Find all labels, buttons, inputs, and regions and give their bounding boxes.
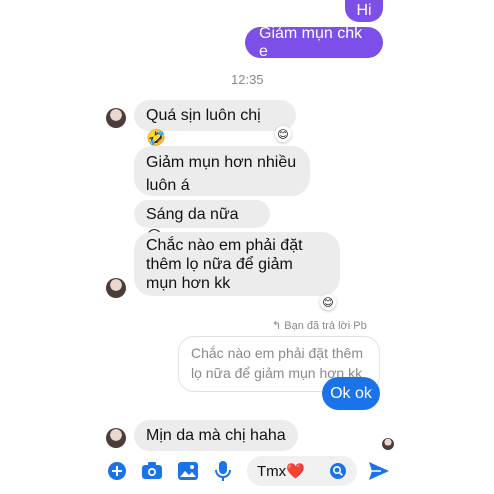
reaction-emoji[interactable]: 😊: [275, 126, 291, 142]
reaction-emoji[interactable]: 😊: [320, 294, 336, 310]
message-out-giam-mun[interactable]: Giảm mụn chk e: [245, 24, 383, 60]
message-in-4[interactable]: Chắc nào em phải đặt thêm lọ nữa để giảm…: [134, 232, 340, 296]
message-input-value: Tmx❤️: [257, 463, 305, 480]
message-in-2[interactable]: Giảm mụn hơn nhiều luôn á: [134, 146, 310, 196]
message-text: Ok ok: [330, 384, 372, 402]
emoji-icon[interactable]: [329, 462, 347, 480]
message-out-ok[interactable]: Ok ok: [322, 377, 380, 410]
message-text: Mịn da mà chị haha: [146, 427, 286, 444]
send-icon[interactable]: [366, 458, 392, 484]
avatar[interactable]: [106, 278, 126, 298]
message-text: Hi: [356, 2, 372, 19]
message-in-5[interactable]: Mịn da mà chị haha: [134, 420, 298, 451]
message-in-1[interactable]: Quá sịn luôn chị 🤣: [134, 100, 296, 147]
message-text: Giảm mụn hơn nhiều luôn á: [146, 154, 297, 194]
seen-avatar: [382, 438, 394, 450]
message-text: Chắc nào em phải đặt thêm lọ nữa để giảm…: [146, 237, 303, 292]
avatar[interactable]: [106, 428, 126, 448]
plus-icon[interactable]: [104, 458, 130, 484]
message-out-hi[interactable]: Hi: [345, 0, 383, 22]
avatar[interactable]: [106, 108, 126, 128]
microphone-icon[interactable]: [210, 458, 236, 484]
message-input[interactable]: Tmx❤️: [247, 456, 357, 486]
quoted-text: Chắc nào em phải đặt thêm lọ nữa để giảm…: [191, 345, 363, 381]
message-in-3[interactable]: Sáng da nữa 😆: [134, 200, 270, 246]
image-icon[interactable]: [175, 458, 201, 484]
message-text: Giảm mụn chk e: [259, 24, 363, 60]
reply-note: ↰ Bạn đã trả lời Pb: [272, 320, 367, 332]
camera-icon[interactable]: [139, 458, 165, 484]
timestamp: 12:35: [231, 72, 264, 87]
message-text: Quá sịn luôn chị 🤣: [146, 107, 261, 147]
